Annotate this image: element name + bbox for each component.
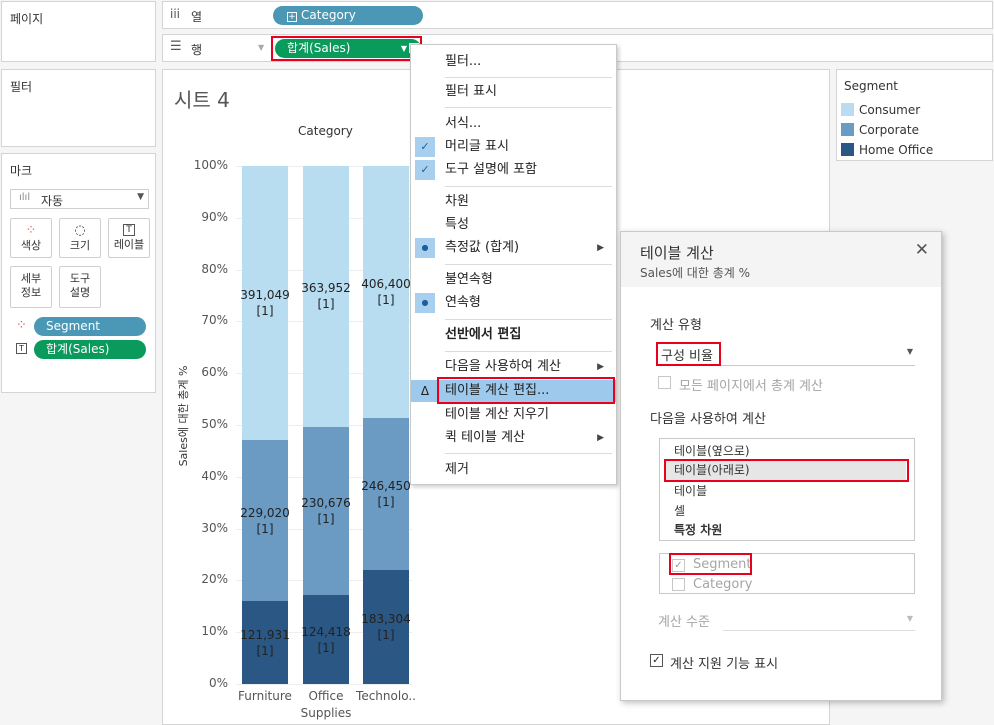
- marks-title: 마크: [10, 164, 33, 178]
- compute-option[interactable]: 특정 차원: [674, 521, 722, 538]
- legend-label-consumer[interactable]: Consumer: [859, 103, 920, 117]
- menu-item-format[interactable]: 서식...: [411, 113, 616, 135]
- submenu-arrow-icon: ▶: [597, 362, 604, 372]
- chevron-down-icon: ▼: [137, 192, 144, 202]
- all-pages-label: 모든 페이지에서 총계 계산: [679, 379, 823, 394]
- sheet-title: 시트 4: [174, 88, 230, 112]
- menu-item-show-header[interactable]: ✓ 머리글 표시: [411, 136, 616, 158]
- color-button[interactable]: ⁘ 색상: [10, 218, 52, 258]
- menu-separator: [445, 186, 612, 187]
- menu-item-clear-table-calc[interactable]: 테이블 계산 지우기: [411, 404, 616, 426]
- detail-button[interactable]: 세부 정보: [10, 266, 52, 308]
- level-label: 계산 수준: [658, 615, 710, 630]
- compute-option[interactable]: 셀: [674, 502, 685, 519]
- size-icon: ◌: [74, 223, 86, 238]
- bullet-icon: ●: [415, 293, 435, 313]
- compute-using-label: 다음을 사용하여 계산: [650, 412, 766, 427]
- highlight-calc-type: [656, 342, 721, 366]
- legend-swatch-corporate[interactable]: [841, 123, 854, 136]
- delta-icon: Δ: [420, 384, 430, 398]
- highlight-segment: [669, 553, 752, 575]
- highlight-table-down: [664, 459, 909, 482]
- menu-separator: [445, 264, 612, 265]
- dialog-header: 테이블 계산 Sales에 대한 총계 % ✕: [621, 232, 941, 287]
- chevron-down-icon: ▼: [906, 614, 913, 623]
- category-dimension-label: Category: [693, 577, 753, 592]
- show-assist-label: 계산 지원 기능 표시: [670, 657, 779, 672]
- category-checkbox[interactable]: [672, 578, 685, 591]
- all-pages-checkbox[interactable]: [658, 376, 671, 389]
- label-icon: T: [123, 224, 135, 236]
- menu-item-continuous[interactable]: ● 연속형: [411, 292, 616, 314]
- legend-title: Segment: [844, 79, 898, 93]
- menu-separator: [445, 107, 612, 108]
- color-dots-icon: ⁘: [25, 223, 37, 238]
- submenu-arrow-icon: ▶: [597, 243, 604, 253]
- category-column-pill[interactable]: + Category: [273, 6, 423, 25]
- columns-icon: iii: [170, 7, 181, 21]
- calc-type-label: 계산 유형: [650, 318, 702, 333]
- pages-title: 페이지: [10, 12, 44, 26]
- rows-icon: ☰: [170, 39, 182, 54]
- compute-option[interactable]: 테이블: [674, 482, 707, 499]
- level-dropdown[interactable]: ▼: [723, 609, 915, 631]
- chevron-down-icon: ▼: [258, 43, 265, 52]
- dialog-title: 테이블 계산: [640, 244, 714, 262]
- menu-item-quick-table-calc[interactable]: 퀵 테이블 계산 ▶: [411, 427, 616, 449]
- bar-chart-icon: ılıl: [19, 192, 31, 203]
- sales-mark-pill[interactable]: 합계(Sales): [34, 340, 146, 359]
- show-assist-checkbox[interactable]: ✓: [650, 654, 663, 667]
- legend-label-home-office[interactable]: Home Office: [859, 143, 933, 157]
- checkmark-icon: ✓: [415, 160, 435, 180]
- menu-item-edit-in-shelf[interactable]: 선반에서 편집: [411, 324, 616, 346]
- rows-label: 행: [191, 43, 203, 57]
- menu-item-attribute[interactable]: 특성: [411, 214, 616, 236]
- menu-separator: [445, 77, 612, 78]
- pages-panel: 페이지: [1, 1, 156, 62]
- filters-title: 필터: [10, 80, 33, 94]
- menu-separator: [445, 319, 612, 320]
- chevron-down-icon: ▼: [906, 347, 913, 356]
- menu-separator: [445, 453, 612, 454]
- mark-type-dropdown[interactable]: ılıl 자동 ▼: [10, 189, 149, 209]
- plus-icon: +: [287, 12, 297, 22]
- highlight-edit-table-calc: [437, 377, 615, 404]
- left-panel-empty: [1, 396, 156, 724]
- menu-item-remove[interactable]: 제거: [411, 459, 616, 481]
- bullet-icon: ●: [415, 238, 435, 258]
- label-icon: T: [16, 343, 27, 354]
- marks-panel: 마크 ılıl 자동 ▼ ⁘ 색상 ◌ 크기 T 레이블 세부 정보 도구 설명…: [1, 153, 156, 393]
- menu-item-show-filter[interactable]: 필터 표시: [411, 81, 616, 103]
- checkmark-icon: ✓: [415, 137, 435, 157]
- columns-shelf[interactable]: iii 열 + Category: [162, 1, 993, 29]
- highlight-rows-pill: [271, 36, 422, 61]
- color-dots-icon: ⁘: [16, 318, 27, 333]
- columns-label: 열: [191, 10, 203, 24]
- menu-item-measure-sum[interactable]: ● 측정값 (합계) ▶: [411, 237, 616, 259]
- dialog-subtitle: Sales에 대한 총계 %: [640, 266, 750, 280]
- compute-using-list: 테이블(옆으로) 테이블(아래로) 테이블 셀 특정 차원: [659, 438, 915, 541]
- tooltip-button[interactable]: 도구 설명: [59, 266, 101, 308]
- menu-item-discrete[interactable]: 불연속형: [411, 269, 616, 291]
- menu-item-dimension[interactable]: 차원: [411, 191, 616, 213]
- menu-item-filter[interactable]: 필터...: [411, 51, 616, 73]
- close-icon[interactable]: ✕: [915, 240, 929, 260]
- menu-item-include-tooltip[interactable]: ✓ 도구 설명에 포함: [411, 159, 616, 181]
- menu-separator: [445, 351, 612, 352]
- label-button[interactable]: T 레이블: [108, 218, 150, 258]
- compute-option[interactable]: 테이블(옆으로): [674, 442, 750, 459]
- mark-type-value: 자동: [41, 194, 64, 208]
- size-button[interactable]: ◌ 크기: [59, 218, 101, 258]
- menu-item-compute-using[interactable]: 다음을 사용하여 계산 ▶: [411, 356, 616, 378]
- pill-context-menu: 필터... 필터 표시 서식... ✓ 머리글 표시 ✓ 도구 설명에 포함 차원 …: [410, 44, 617, 485]
- segment-mark-pill[interactable]: Segment: [34, 317, 146, 336]
- legend-swatch-home-office[interactable]: [841, 143, 854, 156]
- table-calc-dialog: 테이블 계산 Sales에 대한 총계 % ✕ 계산 유형 구성 비율 ▼ 모든…: [620, 231, 942, 701]
- legend-swatch-consumer[interactable]: [841, 103, 854, 116]
- segment-legend: Segment Consumer Corporate Home Office: [836, 69, 993, 161]
- filters-panel: 필터: [1, 69, 156, 147]
- legend-label-corporate[interactable]: Corporate: [859, 123, 919, 137]
- submenu-arrow-icon: ▶: [597, 433, 604, 443]
